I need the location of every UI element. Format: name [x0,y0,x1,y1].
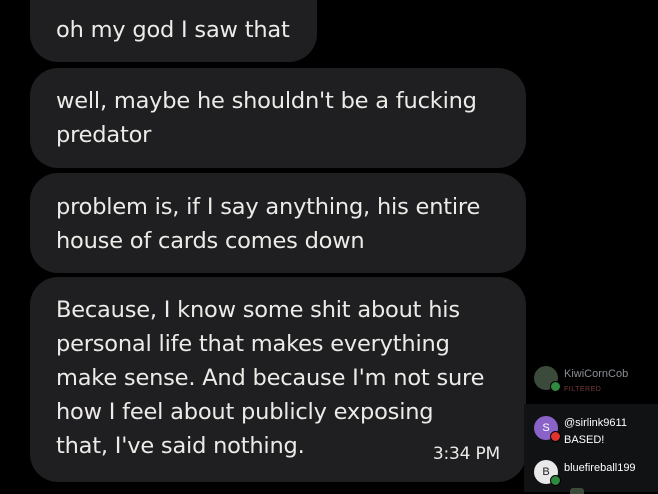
live-chat-overlay: KiwiCornCob FILTERED S @sirlink9611 BASE… [524,360,658,494]
user-avatar[interactable] [534,366,561,392]
chat-username[interactable]: KiwiCornCob [564,368,628,381]
message-bubble[interactable]: problem is, if I say anything, his entir… [30,173,526,273]
message-bubble[interactable]: well, maybe he shouldn't be a fucking pr… [30,68,526,168]
user-avatar[interactable]: S [534,416,561,442]
message-bubble[interactable]: oh my god I saw that [30,0,317,62]
platform-badge-icon [550,475,561,486]
message-timestamp: 3:34 PM [432,444,500,464]
message-text: oh my god I saw that [56,17,290,43]
chat-username[interactable]: @sirlink9611 [564,417,627,430]
message-text: Because, I know some shit about his pers… [56,297,485,459]
chat-message-text: FILTERED [564,386,602,393]
platform-badge-icon [550,431,561,442]
message-text: problem is, if I say anything, his entir… [56,194,481,254]
user-avatar[interactable]: B [534,460,561,486]
platform-badge-icon [550,381,561,392]
chat-message[interactable]: S @sirlink9611 BASED! [524,404,658,454]
chat-username[interactable]: bluefireball199 [564,462,636,475]
message-text: well, maybe he shouldn't be a fucking pr… [56,88,477,148]
next-avatar-partial [570,488,584,494]
chat-message-text: BASED! [564,434,605,446]
chat-message[interactable]: B bluefireball199 [524,454,658,494]
message-bubble[interactable]: Because, I know some shit about his pers… [30,277,526,482]
chat-message[interactable]: KiwiCornCob FILTERED [524,360,658,402]
